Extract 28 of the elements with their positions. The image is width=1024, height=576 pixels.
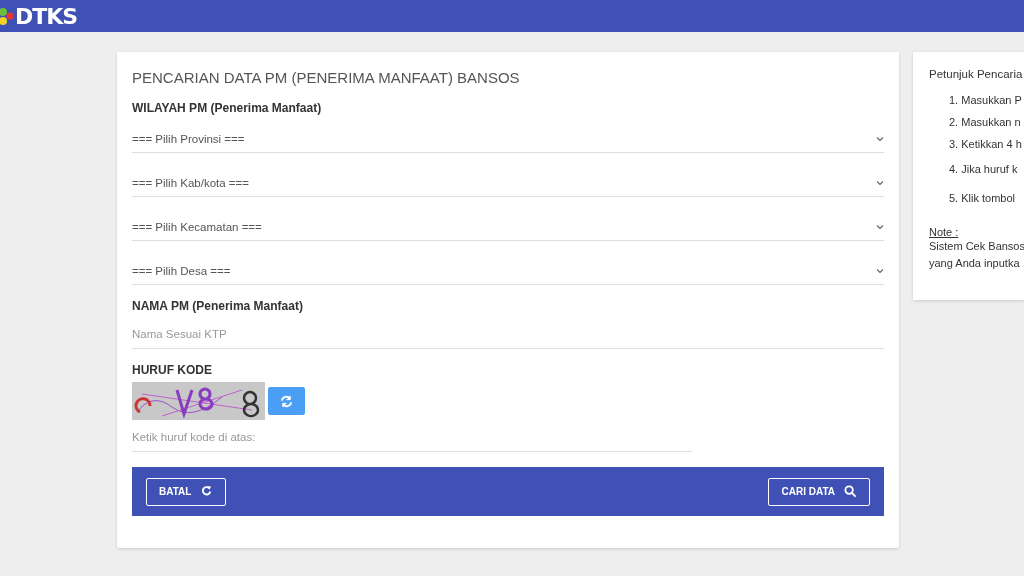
form-title: PENCARIAN DATA PM (PENERIMA MANFAAT) BANSOS	[132, 69, 521, 88]
guide-step: 1. Masukkan P	[949, 94, 1024, 116]
search-icon	[844, 485, 857, 498]
chevron-down-icon	[876, 179, 884, 186]
chevron-down-icon	[876, 223, 884, 230]
region-select[interactable]: === Pilih Desa ===	[132, 255, 884, 285]
refresh-icon	[280, 394, 293, 408]
guide-step: 5. Klik tombol	[949, 188, 1024, 218]
chevron-down-icon	[876, 135, 884, 142]
name-label: NAMA PM (Penerima Manfaat)	[132, 299, 304, 313]
guide-title: Petunjuk Pencaria	[929, 68, 1024, 80]
refresh-captcha-button[interactable]	[268, 387, 305, 415]
cancel-button[interactable]: BATAL	[146, 477, 227, 506]
search-button[interactable]: CARI DATA	[768, 477, 870, 506]
refresh-icon	[200, 485, 214, 498]
note-text-line: yang Anda inputka	[929, 256, 1021, 271]
region-select[interactable]: === Pilih Provinsi ===	[132, 123, 884, 153]
chevron-down-icon	[876, 267, 884, 274]
guide-step: 3. Ketikkan 4 h	[949, 138, 1024, 160]
region-select[interactable]: === Pilih Kab/kota ===	[132, 167, 884, 197]
note-text-line: Sistem Cek Bansos	[929, 239, 1024, 254]
region-select[interactable]: === Pilih Kecamatan ===	[132, 211, 884, 241]
note-label: Note :	[929, 226, 960, 238]
code-label: HURUF KODE	[132, 363, 213, 377]
guide-step: 4. Jika huruf k	[949, 160, 1024, 188]
region-label: WILAYAH PM (Penerima Manfaat)	[132, 101, 323, 115]
logo-text: DTKS	[15, 3, 78, 29]
guide-step: 2. Masukkan n	[949, 116, 1024, 138]
